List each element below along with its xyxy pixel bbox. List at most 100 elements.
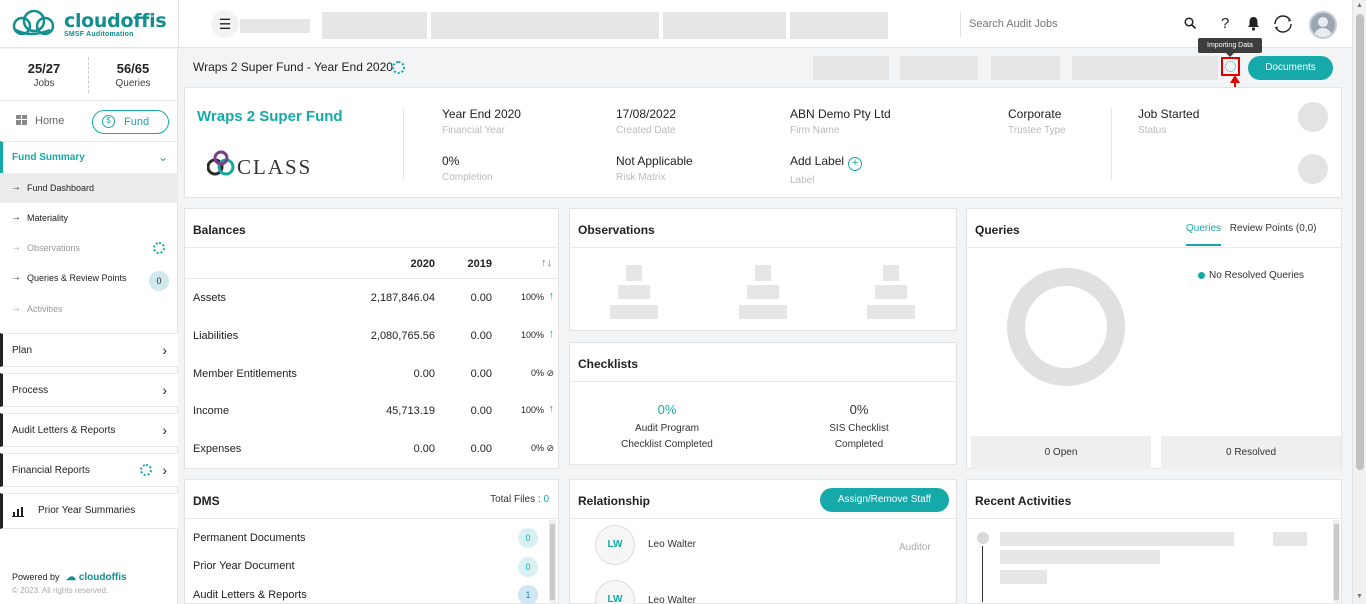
risk-matrix-field: Not Applicable Risk Matrix	[616, 154, 693, 183]
user-avatar[interactable]	[1309, 11, 1337, 39]
hamburger-menu-icon[interactable]: ☰	[211, 10, 239, 38]
scrollbar-thumb[interactable]	[1334, 524, 1339, 600]
arrow-right-icon: →	[11, 212, 21, 223]
scrollbar-thumb[interactable]	[1356, 14, 1364, 470]
top-divider	[178, 0, 179, 48]
home-link[interactable]: Home	[16, 115, 64, 127]
timeline-dot	[977, 532, 989, 544]
sidebar-item-plan[interactable]: Plan ›	[0, 333, 178, 367]
staff-name: Leo Walter	[648, 539, 696, 550]
scroll-down-icon[interactable]: ▼	[1356, 593, 1363, 600]
activities-scrollbar[interactable]	[1333, 520, 1340, 604]
bar-chart-icon	[12, 506, 24, 520]
page-scrollbar[interactable]: ▲ ▼	[1352, 0, 1366, 604]
field-label: Created Date	[616, 125, 676, 136]
scrollbar-thumb[interactable]	[550, 524, 555, 600]
sidebar-item-prior-year-summaries[interactable]: Prior Year Summaries	[0, 493, 178, 529]
checklist-line: SIS Checklist	[829, 423, 889, 434]
tab-queries[interactable]: Queries	[1186, 223, 1222, 246]
sidebar-item-observations[interactable]: → Observations	[0, 233, 178, 263]
sidebar-item-fund-dashboard[interactable]: → Fund Dashboard	[0, 173, 178, 203]
open-queries-box[interactable]: 0 Open	[971, 436, 1151, 469]
relationship-title: Relationship	[578, 494, 651, 508]
sort-icon[interactable]: ↑↓	[541, 257, 552, 269]
scroll-up-icon[interactable]: ▲	[1356, 2, 1363, 9]
timeline-line	[982, 546, 983, 602]
bell-icon[interactable]	[1247, 16, 1260, 35]
sync-icon[interactable]	[1272, 13, 1294, 39]
sidebar-item-queries-review-points[interactable]: → Queries & Review Points 0	[0, 263, 178, 293]
status-badge: Job Started	[1138, 107, 1200, 121]
loading-spinner-icon	[392, 61, 405, 74]
loading-spinner-icon	[1225, 61, 1236, 72]
loading-skeleton	[1000, 532, 1234, 546]
documents-button[interactable]: Documents	[1248, 56, 1333, 80]
dms-folder-permanent[interactable]: Permanent Documents	[193, 532, 306, 544]
sis-checklist[interactable]: 0% SIS Checklist Completed	[789, 402, 929, 453]
queries-count-badge: 0	[149, 271, 169, 291]
importing-data-indicator[interactable]	[1221, 57, 1240, 76]
field-label: Label	[790, 175, 815, 186]
value-2020: 0.00	[413, 368, 435, 380]
field-label: Trustee Type	[1008, 125, 1066, 136]
cloud-logo-icon: ☁ cloudoffis	[66, 572, 127, 583]
row-label: Member Entitlements	[193, 368, 297, 380]
arrow-right-icon: →	[11, 303, 21, 314]
dms-total-files: Total Files : 0	[490, 494, 549, 505]
placeholder-circle	[1298, 154, 1328, 184]
jobs-label: Jobs	[33, 78, 55, 89]
sidebar-item-activities[interactable]: → Activities	[0, 294, 178, 324]
dms-folder-audit-letters[interactable]: Audit Letters & Reports	[193, 589, 307, 601]
cloud-logo-icon	[12, 9, 55, 36]
fund-summary-header[interactable]: Fund Summary ⌄	[0, 141, 178, 175]
brand-tagline: SMSF Auditomation	[64, 31, 134, 38]
powered-by-label: Powered by	[12, 572, 60, 582]
arrow-right-icon: →	[11, 272, 21, 283]
job-stats: 25/27 Jobs 56/65 Queries	[0, 49, 177, 101]
row-label: Assets	[193, 292, 227, 304]
staff-role: Auditor	[899, 542, 931, 553]
loading-spinner-icon	[140, 464, 152, 476]
brand-logo[interactable]: cloudoffis SMSF Auditomation	[10, 8, 170, 42]
sidebar-item-materiality[interactable]: → Materiality	[0, 203, 178, 233]
audit-program-checklist[interactable]: 0% Audit Program Checklist Completed	[597, 402, 737, 453]
checklist-percent: 0%	[657, 402, 677, 417]
firm-name-field: ABN Demo Pty Ltd Firm Name	[790, 107, 891, 136]
column-header: 2020	[410, 258, 435, 270]
queries-tabs: Queries Review Points (0,0)	[1186, 223, 1323, 246]
assign-remove-staff-button[interactable]: Assign/Remove Staff	[820, 488, 949, 512]
sidebar-item-audit-letters-reports[interactable]: Audit Letters & Reports ›	[0, 413, 178, 447]
help-icon[interactable]: ?	[1221, 15, 1229, 32]
dms-folder-prior-year[interactable]: Prior Year Document	[193, 560, 295, 572]
search-input[interactable]	[969, 18, 1169, 30]
dms-scrollbar[interactable]	[549, 520, 556, 604]
change-percent: 100%	[520, 330, 544, 340]
queries-stat[interactable]: 56/65 Queries	[98, 61, 168, 89]
sidebar-item-financial-reports[interactable]: Financial Reports ›	[0, 453, 178, 487]
checklists-card: Checklists 0% Audit Program Checklist Co…	[569, 342, 957, 465]
chevron-right-icon: ›	[162, 422, 167, 438]
sidebar-item-process[interactable]: Process ›	[0, 373, 178, 407]
stats-divider	[88, 57, 89, 93]
fund-toggle-button[interactable]: $ Fund	[92, 110, 169, 134]
placeholder-circle	[1298, 102, 1328, 132]
sidebar-item-label: Audit Letters & Reports	[12, 425, 116, 436]
jobs-stat[interactable]: 25/27 Jobs	[9, 61, 79, 89]
field-label: Firm Name	[790, 125, 840, 136]
search-icon[interactable]	[1184, 17, 1197, 32]
class-logo-icon	[207, 150, 235, 176]
value-2020: 2,187,846.04	[370, 292, 435, 304]
add-label-link[interactable]: Add Label	[790, 154, 844, 168]
field-value: 17/08/2022	[616, 107, 677, 121]
arrow-up-icon: ↑	[548, 403, 555, 415]
checklist-line: Audit Program	[635, 423, 699, 434]
plus-circle-icon[interactable]: +	[848, 157, 863, 171]
tab-review-points[interactable]: Review Points (0,0)	[1230, 223, 1317, 244]
arrow-right-icon: →	[11, 242, 21, 253]
home-label: Home	[35, 115, 65, 127]
queries-label: Queries	[115, 78, 151, 89]
resolved-queries-box[interactable]: 0 Resolved	[1161, 436, 1341, 469]
legend-dot-icon	[1198, 272, 1205, 279]
card-divider	[570, 247, 956, 248]
sidebar-item-label: Fund Dashboard	[27, 183, 95, 193]
